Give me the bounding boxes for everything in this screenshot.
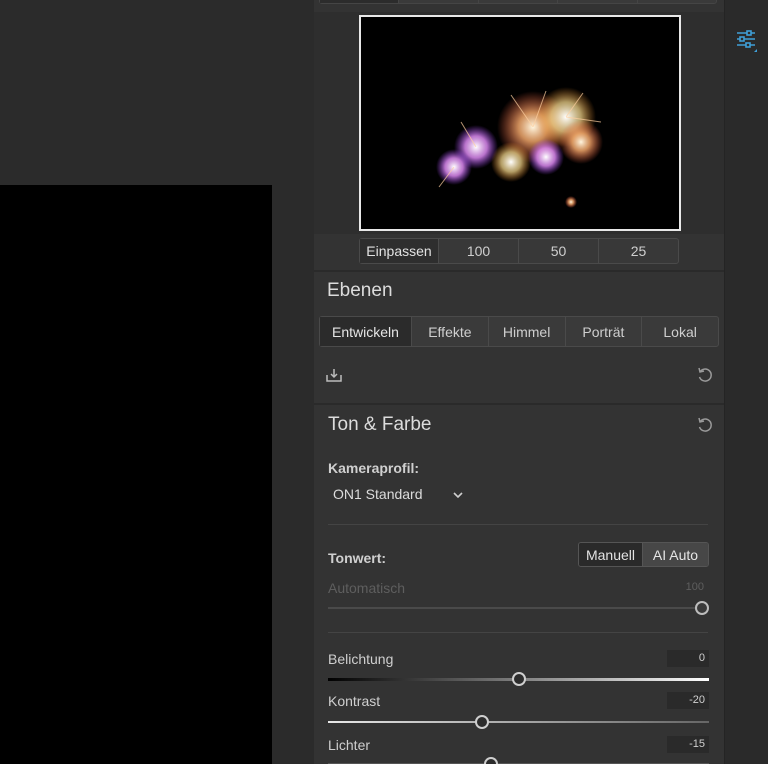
camera-profile-value: ON1 Standard: [333, 486, 423, 502]
manual-mode-button[interactable]: Manuell: [579, 543, 643, 566]
export-icon[interactable]: [324, 365, 344, 385]
separator: [328, 632, 708, 633]
tone-color-title: Ton & Farbe: [328, 414, 432, 435]
main-image: [0, 185, 272, 764]
zoom-fit-button[interactable]: Einpassen: [360, 239, 438, 263]
image-canvas-area: [0, 0, 314, 764]
adjustments-icon[interactable]: [735, 28, 759, 52]
auto-slider[interactable]: [328, 601, 709, 615]
navigator-preview[interactable]: [359, 15, 681, 231]
app-window: Einpassen 100 50 25 Ebenen Entwickeln Ef…: [0, 0, 768, 764]
zoom-selector: Einpassen 100 50 25: [359, 238, 679, 264]
lichter-value[interactable]: -15: [667, 736, 709, 753]
zoom-25-button[interactable]: 25: [598, 239, 678, 263]
navigator: [314, 12, 724, 234]
divider: [314, 270, 724, 272]
kontrast-slider[interactable]: [328, 715, 709, 729]
layers-title: Ebenen: [327, 280, 393, 301]
zoom-50-button[interactable]: 50: [518, 239, 598, 263]
kontrast-value[interactable]: -20: [667, 692, 709, 709]
reset-icon[interactable]: [695, 415, 715, 435]
divider: [314, 403, 724, 405]
tab-lokal[interactable]: Lokal: [641, 317, 718, 346]
tab-effekte[interactable]: Effekte: [411, 317, 488, 346]
top-mode-tabs[interactable]: [319, 0, 717, 4]
separator: [328, 524, 708, 525]
belichtung-value[interactable]: 0: [667, 650, 709, 667]
belichtung-slider[interactable]: [328, 672, 709, 686]
belichtung-label: Belichtung: [328, 651, 394, 667]
tonwert-mode-toggle: Manuell AI Auto: [578, 542, 709, 567]
develop-panel: Einpassen 100 50 25 Ebenen Entwickeln Ef…: [314, 0, 724, 764]
lichter-label: Lichter: [328, 737, 371, 753]
fireworks-thumbnail: [361, 17, 679, 229]
reset-icon[interactable]: [695, 365, 715, 385]
tab-himmel[interactable]: Himmel: [487, 317, 565, 346]
auto-label: Automatisch: [328, 580, 406, 596]
zoom-100-button[interactable]: 100: [438, 239, 518, 263]
tonwert-label: Tonwert:: [328, 550, 387, 566]
camera-profile-label: Kameraprofil:: [328, 460, 420, 476]
layer-tabs: Entwickeln Effekte Himmel Porträt Lokal: [319, 316, 719, 347]
tab-portraet[interactable]: Porträt: [564, 317, 642, 346]
lichter-slider[interactable]: [328, 757, 709, 764]
tab-entwickeln[interactable]: Entwickeln: [320, 317, 411, 346]
chevron-down-icon: [451, 488, 465, 505]
right-toolbar: [724, 0, 768, 764]
camera-profile-dropdown[interactable]: ON1 Standard: [333, 486, 473, 506]
auto-value: 100: [685, 581, 704, 593]
ai-auto-button[interactable]: AI Auto: [643, 543, 708, 566]
kontrast-label: Kontrast: [328, 693, 381, 709]
